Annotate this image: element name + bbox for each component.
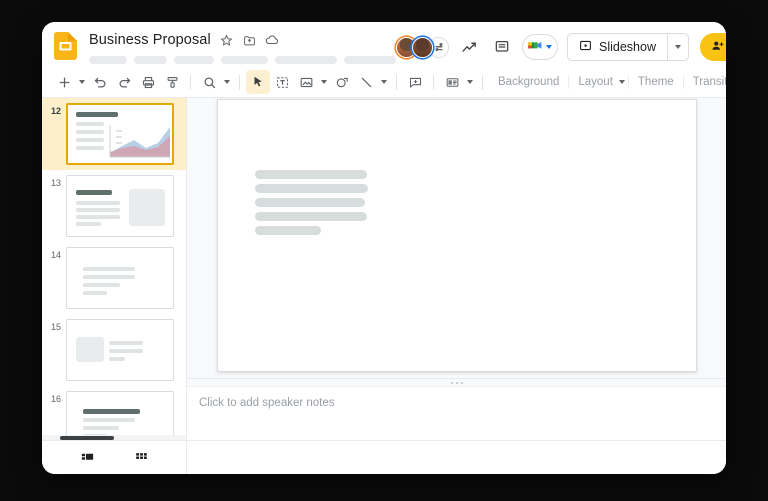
header-actions: Slideshow Share	[396, 31, 726, 63]
slide-thumbnail-item[interactable]: 13	[42, 170, 186, 242]
current-slide[interactable]	[216, 98, 697, 372]
google-meet-button[interactable]	[522, 34, 558, 60]
toolbar-divider	[190, 74, 191, 90]
slide-thumbnail-16[interactable]	[66, 391, 174, 440]
zoom-icon[interactable]	[197, 70, 221, 94]
collaborator-avatar-2[interactable]	[412, 36, 433, 58]
toolbar-divider	[433, 74, 434, 90]
slide-placeholder-bar	[254, 211, 367, 221]
editor-column: Click to add speaker notes	[187, 98, 726, 440]
menu-pill[interactable]	[89, 56, 127, 64]
zoom-dropdown[interactable]	[221, 70, 233, 94]
slideshow-button[interactable]: Slideshow	[567, 33, 667, 61]
print-icon[interactable]	[136, 70, 160, 94]
view-mode-switcher	[42, 441, 187, 474]
theme-menu-button[interactable]: Theme	[629, 70, 683, 94]
collaborator-avatars[interactable]	[396, 36, 449, 58]
slide-placeholder-bar	[254, 225, 321, 235]
slide-thumbnail-15[interactable]	[66, 319, 174, 381]
menu-pill[interactable]	[174, 56, 214, 64]
present-icon	[579, 39, 592, 55]
desktop-background: Business Proposal Slideshow Background L…	[0, 0, 768, 501]
toolbar: Background Layout Theme Transition	[42, 67, 726, 98]
layout-menu-button[interactable]: Layout	[569, 70, 616, 94]
slide-thumbnail-item[interactable]: 16	[42, 386, 186, 440]
slide-thumbnail-12[interactable]	[66, 103, 174, 165]
slide-thumbnail-item[interactable]: 15	[42, 314, 186, 386]
toolbar-divider	[396, 74, 397, 90]
menu-bar-placeholders[interactable]	[89, 56, 396, 64]
menu-pill[interactable]	[275, 56, 337, 64]
app-body: 12 13 14 15 16 Click to add speaker note…	[42, 98, 726, 440]
resize-grip	[450, 381, 463, 384]
layout-menu-dropdown[interactable]	[616, 70, 628, 94]
transition-menu-button[interactable]: Transition	[684, 70, 726, 94]
menu-pill[interactable]	[134, 56, 167, 64]
chevron-down-icon	[674, 45, 681, 49]
toolbar-divider	[239, 74, 240, 90]
line-icon[interactable]	[354, 70, 378, 94]
slide-thumbnail-14[interactable]	[66, 247, 174, 309]
new-slide-dropdown[interactable]	[76, 70, 88, 94]
share-button[interactable]: Share	[699, 33, 726, 61]
undo-icon[interactable]	[88, 70, 112, 94]
slide-placeholder-bar	[254, 183, 368, 193]
paint-format-icon[interactable]	[160, 70, 184, 94]
slide-placeholder-bar	[254, 169, 367, 179]
activity-dashboard-icon[interactable]	[456, 34, 482, 60]
slide-canvas-area[interactable]	[187, 98, 726, 378]
insert-image-icon[interactable]	[294, 70, 318, 94]
move-to-folder-icon[interactable]	[242, 33, 257, 48]
star-icon[interactable]	[219, 33, 234, 48]
layout-preset-dropdown[interactable]	[464, 70, 476, 94]
slide-number: 12	[50, 106, 61, 116]
text-box-icon[interactable]	[270, 70, 294, 94]
slide-number: 16	[50, 394, 61, 404]
slides-document-icon[interactable]	[54, 32, 77, 60]
grid-view-icon[interactable]	[130, 447, 152, 469]
scrollbar-thumb[interactable]	[60, 436, 114, 440]
google-meet-icon	[526, 36, 544, 59]
redo-icon[interactable]	[112, 70, 136, 94]
slide-thumbnail-item[interactable]: 14	[42, 242, 186, 314]
slide-filmstrip-panel[interactable]: 12 13 14 15 16	[42, 98, 187, 440]
slideshow-group: Slideshow	[567, 33, 689, 61]
page-title[interactable]: Business Proposal	[89, 32, 211, 48]
app-header: Business Proposal Slideshow	[42, 22, 726, 67]
line-dropdown[interactable]	[378, 70, 390, 94]
cloud-saved-icon[interactable]	[265, 33, 280, 48]
chevron-down-icon	[546, 45, 552, 49]
slide-number: 13	[50, 178, 61, 188]
title-block: Business Proposal	[89, 30, 396, 64]
insert-image-dropdown[interactable]	[318, 70, 330, 94]
title-row: Business Proposal	[89, 30, 396, 50]
slides-app-window: Business Proposal Slideshow Background L…	[42, 22, 726, 474]
insert-comment-icon[interactable]	[403, 70, 427, 94]
speaker-notes-input[interactable]: Click to add speaker notes	[187, 386, 726, 440]
app-footer	[42, 440, 726, 474]
comment-history-icon[interactable]	[489, 34, 515, 60]
slideshow-label: Slideshow	[599, 40, 656, 54]
background-menu-button[interactable]: Background	[489, 70, 568, 94]
new-slide-icon[interactable]	[52, 70, 76, 94]
layout-preset-icon[interactable]	[440, 70, 464, 94]
menu-pill[interactable]	[344, 56, 396, 64]
shape-icon[interactable]	[330, 70, 354, 94]
slideshow-dropdown-button[interactable]	[666, 33, 689, 61]
slide-placeholder-bar	[254, 197, 365, 207]
person-add-icon	[711, 39, 725, 56]
notes-resize-handle[interactable]	[187, 378, 726, 386]
horizontal-scrollbar[interactable]	[42, 435, 186, 440]
toolbar-divider	[482, 74, 483, 90]
slide-thumbnail-13[interactable]	[66, 175, 174, 237]
menu-pill[interactable]	[221, 56, 268, 64]
filmstrip-view-icon[interactable]	[76, 447, 98, 469]
select-tool-icon[interactable]	[246, 70, 270, 94]
slide-number: 14	[50, 250, 61, 260]
slide-number: 15	[50, 322, 61, 332]
slide-thumbnail-item[interactable]: 12	[42, 98, 186, 170]
